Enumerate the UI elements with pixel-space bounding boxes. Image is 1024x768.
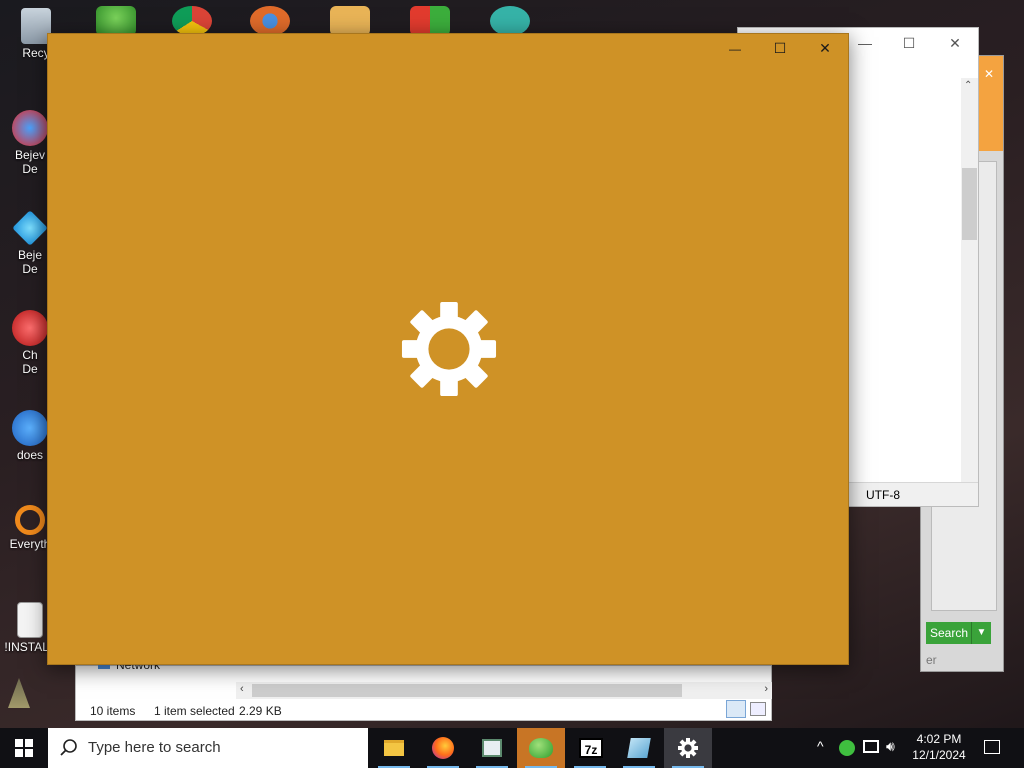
maximize-icon: ☐ bbox=[773, 40, 787, 56]
selection-size: 2.29 KB bbox=[239, 704, 282, 718]
settings-window[interactable]: — ☐ ✕ bbox=[47, 33, 849, 665]
tray-network-icon[interactable] bbox=[860, 728, 882, 768]
minimize-button[interactable]: — bbox=[850, 32, 880, 54]
taskbar-app-notepad[interactable] bbox=[615, 728, 663, 768]
taskbar-app-file-explorer[interactable] bbox=[370, 728, 418, 768]
bejeweled-icon bbox=[12, 110, 48, 146]
volume-icon: 🔊︎ bbox=[886, 738, 895, 754]
file-explorer-window[interactable]: Network ‹ › 10 items 1 item selected 2.2… bbox=[75, 658, 772, 722]
tray-people-icon[interactable] bbox=[836, 728, 858, 768]
gear-icon bbox=[401, 301, 497, 397]
search-placeholder: Type here to search bbox=[88, 739, 221, 756]
tray-clock[interactable]: 4:02 PM 12/1/2024 bbox=[906, 728, 972, 768]
desktop-icon-app[interactable] bbox=[250, 6, 290, 36]
item-count: 10 items bbox=[90, 704, 136, 718]
people-tray-icon bbox=[839, 740, 855, 756]
people-icon bbox=[529, 738, 553, 758]
windows-logo-icon bbox=[15, 739, 33, 757]
tray-volume-icon[interactable]: 🔊︎ bbox=[884, 728, 906, 768]
desktop-icon-partial[interactable] bbox=[8, 678, 30, 708]
details-view-icon[interactable] bbox=[726, 700, 746, 718]
taskbar: Type here to search 7z ^ 🔊︎ 4:02 PM 12/1… bbox=[0, 728, 1024, 768]
scroll-right-icon[interactable]: › bbox=[764, 683, 768, 695]
close-button[interactable]: ✕ bbox=[940, 32, 970, 54]
scroll-up-icon[interactable]: ⌃ bbox=[964, 80, 972, 91]
network-icon bbox=[863, 740, 879, 753]
taskbar-app-window[interactable] bbox=[468, 728, 516, 768]
taskbar-app-firefox[interactable] bbox=[419, 728, 467, 768]
chevron-up-icon: ^ bbox=[817, 738, 824, 754]
search-button-label: Search bbox=[930, 626, 969, 640]
desktop-icon-character[interactable] bbox=[490, 6, 530, 36]
app-icon bbox=[12, 410, 48, 446]
taskbar-app-7zip[interactable]: 7z bbox=[566, 728, 614, 768]
gear-icon bbox=[678, 738, 698, 758]
tray-overflow-button[interactable]: ^ bbox=[812, 728, 834, 768]
vertical-scrollbar[interactable]: ⌃ ⌄ bbox=[961, 78, 978, 498]
chess-icon bbox=[12, 310, 48, 346]
action-center-button[interactable] bbox=[978, 728, 1008, 768]
taskbar-app-people[interactable] bbox=[517, 728, 565, 768]
scroll-left-icon[interactable]: ‹ bbox=[240, 683, 244, 695]
bejeweled-icon bbox=[12, 210, 48, 246]
encoding-label: UTF-8 bbox=[866, 488, 900, 502]
close-icon[interactable]: ✕ bbox=[981, 66, 997, 82]
folder-icon bbox=[384, 740, 404, 756]
taskbar-app-settings[interactable] bbox=[664, 728, 712, 768]
notification-icon bbox=[984, 740, 1000, 754]
maximize-button[interactable]: ☐ bbox=[757, 40, 803, 68]
firefox-icon bbox=[432, 737, 454, 759]
status-text: er bbox=[926, 653, 937, 667]
explorer-statusbar: 10 items 1 item selected 2.29 KB bbox=[76, 700, 771, 722]
horizontal-scrollbar[interactable]: ‹ › bbox=[236, 682, 772, 699]
large-icons-view-icon[interactable] bbox=[750, 702, 766, 716]
selection-info: 1 item selected bbox=[154, 704, 235, 718]
minimize-icon: — bbox=[858, 35, 872, 51]
text-file-icon bbox=[17, 602, 43, 638]
notepad-icon bbox=[627, 738, 651, 758]
taskbar-search-box[interactable]: Type here to search bbox=[48, 728, 368, 768]
everything-icon bbox=[15, 505, 45, 535]
search-icon bbox=[60, 739, 77, 756]
scrollbar-thumb[interactable] bbox=[252, 684, 682, 697]
clock-time: 4:02 PM bbox=[916, 732, 962, 746]
minimize-icon: — bbox=[729, 42, 741, 56]
scrollbar-thumb[interactable] bbox=[962, 168, 977, 240]
search-dropdown[interactable]: ▼ bbox=[971, 622, 991, 644]
desktop-icon-people[interactable] bbox=[96, 6, 136, 36]
maximize-icon: ☐ bbox=[902, 35, 916, 51]
start-button[interactable] bbox=[0, 728, 48, 768]
close-icon: ✕ bbox=[819, 40, 831, 56]
clock-date: 12/1/2024 bbox=[912, 748, 966, 762]
close-icon: ✕ bbox=[949, 35, 961, 51]
chevron-down-icon: ▼ bbox=[976, 627, 987, 638]
desktop-icon-chrome[interactable] bbox=[172, 6, 212, 36]
close-button[interactable]: ✕ bbox=[802, 40, 848, 68]
desktop-icon-store[interactable] bbox=[410, 6, 450, 36]
window-app-icon bbox=[482, 739, 502, 757]
minimize-button[interactable]: — bbox=[712, 40, 758, 68]
desktop-icon-archive[interactable] bbox=[330, 6, 370, 36]
7zip-icon: 7z bbox=[579, 738, 603, 758]
maximize-button[interactable]: ☐ bbox=[894, 32, 924, 54]
